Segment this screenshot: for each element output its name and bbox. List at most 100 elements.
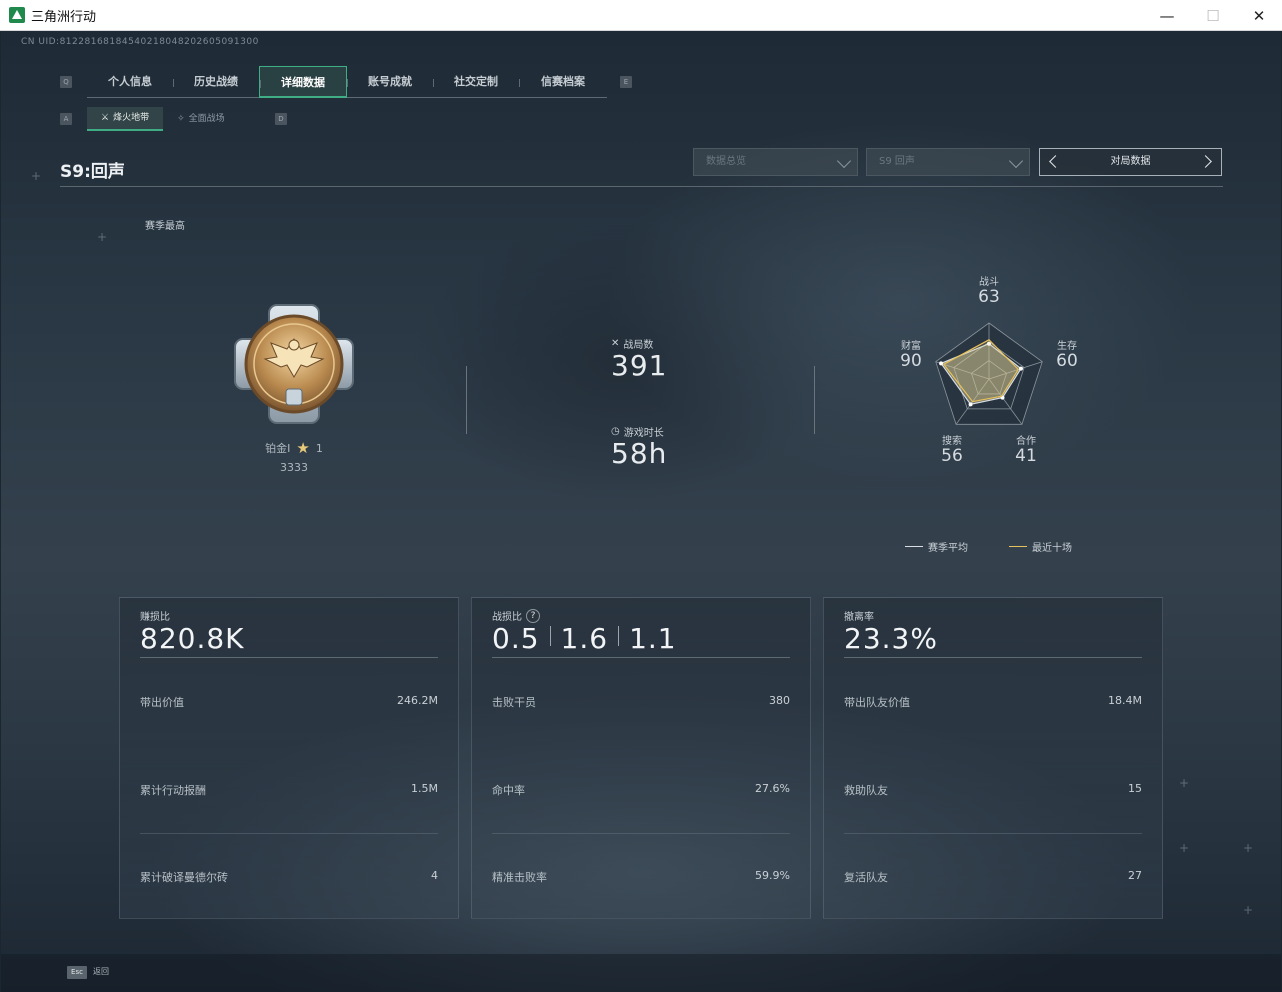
stat-row: 击败干员 380	[492, 694, 790, 714]
maximize-button[interactable]: ☐	[1190, 0, 1236, 31]
stat-row: 累计行动报酬 1.5M	[140, 782, 438, 802]
uid-text: CN UID:812281681845402180482026050913​00	[21, 37, 259, 47]
decor-cross: +	[31, 169, 42, 183]
season-title: S9:回声	[60, 162, 125, 182]
stat-label: 击败干员	[492, 696, 536, 709]
radar-label-teamwork: 合作	[1016, 436, 1036, 447]
radar-value-survival: 60	[1056, 351, 1078, 371]
legend-line	[905, 546, 923, 547]
stat-label: 精准击败率	[492, 871, 547, 884]
card-title-wrap: 战损比 ?	[492, 608, 540, 623]
game-viewport: CN UID:812281681845402180482026050913​00…	[1, 31, 1281, 992]
stat-label: 救助队友	[844, 784, 888, 797]
stat-value: 27.6%	[755, 782, 790, 795]
rank-medal-icon	[234, 304, 354, 424]
legend-label: 最近十场	[1032, 543, 1072, 554]
card-divider	[140, 657, 438, 658]
radar-label-combat: 战斗	[979, 277, 999, 288]
subtab-operations[interactable]: ⚔ 烽火地带	[87, 107, 164, 131]
stat-label: 复活队友	[844, 871, 888, 884]
radar-label-wealth: 财富	[901, 341, 921, 352]
radar-point	[968, 402, 973, 407]
clock-icon: ◷	[611, 426, 620, 437]
legend-recent-ten: 最近十场	[1009, 539, 1072, 554]
legend-label: 赛季平均	[928, 543, 968, 554]
section-divider	[814, 366, 815, 434]
stat-label: 累计破译曼德尔砖	[140, 871, 228, 884]
stat-row: 带出队友价值 18.4M	[844, 694, 1142, 714]
back-label[interactable]: 返回	[93, 966, 109, 977]
row-divider	[844, 833, 1142, 834]
next-tab-key-hint[interactable]: E	[620, 76, 632, 88]
subtab-label: 全面战场	[188, 114, 225, 124]
decor-cross: +	[1243, 841, 1254, 855]
legend-line	[1009, 546, 1027, 547]
legend-season-avg: 赛季平均	[905, 539, 968, 554]
esc-key-hint[interactable]: Esc	[67, 966, 87, 979]
prev-tab-key-hint[interactable]: Q	[60, 76, 72, 88]
season-best-label: 赛季最高	[145, 221, 185, 232]
card-big-values: 0.5 1.6 1.1	[492, 622, 677, 655]
subtab-label: 烽火地带	[113, 113, 150, 123]
app-logo-icon	[9, 7, 25, 23]
close-button[interactable]: ✕	[1236, 0, 1282, 31]
bottom-bar	[1, 954, 1281, 992]
tab-social[interactable]: 社交定制	[433, 66, 519, 98]
stat-value: 380	[769, 694, 790, 707]
card-title: 撤离率	[844, 612, 874, 623]
mode-icon: ⚔	[101, 113, 110, 123]
playtime-value: 58h	[611, 437, 668, 470]
decor-cross: +	[1243, 903, 1254, 917]
radar-label-survival: 生存	[1057, 341, 1077, 352]
stat-row: 救助队友 15	[844, 782, 1142, 802]
next-subtab-key-hint[interactable]: D	[275, 113, 287, 125]
window-titlebar: 三角洲行动 — ☐ ✕	[0, 0, 1282, 31]
stat-row: 复活队友 27	[844, 869, 1142, 889]
chevron-left-icon[interactable]	[1049, 155, 1062, 168]
kd-value-3: 1.1	[629, 622, 677, 655]
card-title: 战损比	[492, 612, 522, 623]
radar-value-combat: 63	[978, 287, 1000, 307]
tab-achievements[interactable]: 账号成就	[347, 66, 433, 98]
tab-detailed-data[interactable]: 详细数据	[259, 66, 347, 98]
value-separator	[549, 626, 551, 646]
chevron-right-icon[interactable]	[1199, 155, 1212, 168]
season-dropdown[interactable]: S9 回声	[866, 148, 1030, 176]
stat-label: 命中率	[492, 784, 525, 797]
mode-icon: ✧	[177, 114, 185, 124]
pager-label: 对局数据	[1110, 156, 1151, 167]
tab-archive[interactable]: 信赛档案	[519, 66, 607, 98]
stat-value: 27	[1128, 869, 1142, 882]
prev-subtab-key-hint[interactable]: A	[60, 113, 72, 125]
rank-name: 铂金Ⅰ	[265, 442, 291, 455]
match-data-pager: 对局数据	[1039, 148, 1222, 176]
window-title: 三角洲行动	[31, 9, 97, 25]
stat-value: 4	[431, 869, 438, 882]
matches-value: 391	[611, 349, 668, 382]
card-title: 赚损比	[140, 612, 170, 623]
tab-history[interactable]: 历史战绩	[173, 66, 259, 98]
window-controls: — ☐ ✕	[1144, 0, 1282, 31]
radar-value-wealth: 90	[900, 351, 922, 371]
subtab-warfare[interactable]: ✧ 全面战场	[163, 107, 239, 131]
card-divider	[844, 657, 1142, 658]
card-big-value: 820.8K	[140, 622, 245, 655]
star-icon: ★	[296, 439, 310, 457]
help-icon[interactable]: ?	[526, 608, 540, 623]
stat-value: 18.4M	[1108, 694, 1142, 707]
radar-value-search: 56	[941, 446, 963, 466]
stat-value: 59.9%	[755, 869, 790, 882]
kd-value-1: 0.5	[492, 622, 540, 655]
card-big-value: 23.3%	[844, 622, 938, 655]
data-overview-dropdown[interactable]: 数据总览	[693, 148, 858, 176]
value-separator	[618, 626, 620, 646]
rank-score: 3333	[280, 461, 308, 474]
tab-personal-info[interactable]: 个人信息	[87, 66, 173, 98]
extraction-rate-card: 撤离率 23.3% 带出队友价值 18.4M 救助队友 15 复活队友 27	[823, 597, 1163, 919]
profit-loss-card: 赚损比 820.8K 带出价值 246.2M 累计行动报酬 1.5M 累计破译曼…	[119, 597, 459, 919]
row-divider	[492, 833, 790, 834]
kd-ratio-card: 战损比 ? 0.5 1.6 1.1 击败干员 380 命中率 27.6% 精准击败率…	[471, 597, 811, 919]
stat-label: 带出价值	[140, 696, 184, 709]
minimize-button[interactable]: —	[1144, 0, 1190, 31]
stat-value: 246.2M	[397, 694, 438, 707]
